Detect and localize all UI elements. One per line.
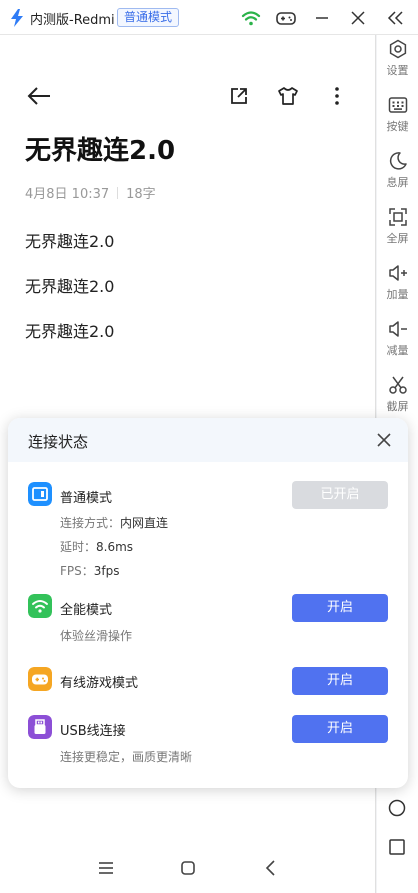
mode-badge[interactable]: 普通模式: [117, 8, 180, 27]
sidebar-item-label: 加量: [386, 288, 409, 301]
sidebar-item-label: 截屏: [386, 400, 409, 413]
connection-method: 连接方式：内网直连: [60, 514, 168, 531]
mode-name: USB线连接: [60, 724, 126, 739]
theme-shirt-icon[interactable]: [277, 86, 299, 106]
connection-status-dialog: 连接状态 普通模式 已开启 连接方式：内网直连 延时：8.6ms FPS：3fp…: [8, 418, 408, 788]
usb-mode-icon: [28, 715, 52, 739]
dialog-header: 连接状态: [8, 418, 408, 462]
close-icon[interactable]: [374, 430, 394, 450]
normal-mode-icon: [28, 482, 52, 506]
volume-down-icon: [388, 321, 407, 337]
sidebar-item-volume-up[interactable]: 加量: [377, 263, 418, 315]
collapse-sidebar-icon[interactable]: [385, 7, 407, 29]
share-icon[interactable]: [229, 86, 249, 106]
sidebar-item-label: 设置: [386, 64, 409, 77]
mode-name: 全能模式: [60, 603, 113, 618]
sidebar-item-label: 按键: [386, 120, 409, 133]
note-line[interactable]: 无界趣连2.0: [25, 273, 114, 297]
sidebar-item-label: 息屏: [386, 176, 409, 189]
moon-icon: [389, 152, 407, 170]
home-circle-icon[interactable]: [388, 799, 406, 817]
dialog-title: 连接状态: [28, 433, 89, 451]
sidebar-item-volume-down[interactable]: 减量: [377, 319, 418, 371]
note-date: 4月8日 10:37: [25, 187, 110, 202]
detail-label: 延时：: [60, 540, 97, 554]
window-title-bar: 内测版-Redmi 普通模式: [0, 0, 418, 35]
close-window-icon[interactable]: [347, 7, 369, 29]
detail-value: 内网直连: [120, 516, 169, 530]
scissors-icon: [388, 376, 407, 394]
sidebar-item-label: 全屏: [386, 232, 409, 245]
mode-subtitle: 体验丝滑操作: [60, 629, 133, 643]
sidebar-item-label: 减量: [386, 344, 409, 357]
sidebar-item-keys[interactable]: 按键: [377, 95, 418, 147]
note-meta: 4月8日 10:37 18字: [25, 183, 156, 202]
wifi-icon[interactable]: [240, 7, 262, 29]
fps: FPS：3fps: [60, 562, 120, 579]
latency: 延时：8.6ms: [60, 538, 133, 555]
menu-nav-icon[interactable]: [97, 860, 115, 876]
note-word-count: 18字: [126, 187, 156, 202]
sidebar-item-screen-off[interactable]: 息屏: [377, 151, 418, 203]
detail-value: 3fps: [93, 564, 120, 578]
fullscreen-icon: [388, 208, 407, 226]
gamepad-mode-icon: [28, 667, 52, 691]
more-options-icon[interactable]: [332, 86, 342, 106]
gamepad-icon[interactable]: [275, 7, 297, 29]
mode-name: 普通模式: [60, 491, 113, 506]
window-title: 内测版-Redmi: [30, 13, 115, 28]
detail-value: 8.6ms: [96, 540, 134, 554]
enable-wired-game-button[interactable]: 开启: [292, 667, 388, 695]
back-nav-icon[interactable]: [263, 859, 279, 877]
enable-full-mode-button[interactable]: 开启: [292, 594, 388, 622]
detail-label: FPS：: [60, 564, 94, 578]
volume-up-icon: [388, 265, 407, 281]
note-title[interactable]: 无界趣连2.0: [25, 130, 175, 167]
back-arrow-icon[interactable]: [26, 85, 52, 107]
detail-label: 连接方式：: [60, 516, 121, 530]
sidebar-item-fullscreen[interactable]: 全屏: [377, 207, 418, 259]
normal-mode-enabled-button[interactable]: 已开启: [292, 481, 388, 509]
note-line[interactable]: 无界趣连2.0: [25, 318, 114, 342]
minimize-icon[interactable]: [311, 7, 333, 29]
app-logo-icon: [11, 9, 23, 27]
sidebar-item-settings[interactable]: 设置: [377, 39, 418, 91]
keyboard-icon: [388, 97, 407, 113]
mode-subtitle: 连接更稳定，画质更清晰: [60, 750, 193, 764]
enable-usb-button[interactable]: 开启: [292, 715, 388, 743]
settings-icon: [389, 39, 406, 59]
recents-square-icon[interactable]: [388, 838, 406, 856]
wifi-mode-icon: [28, 594, 52, 618]
note-line[interactable]: 无界趣连2.0: [25, 228, 114, 252]
home-nav-icon[interactable]: [179, 859, 197, 877]
mode-name: 有线游戏模式: [60, 676, 139, 691]
